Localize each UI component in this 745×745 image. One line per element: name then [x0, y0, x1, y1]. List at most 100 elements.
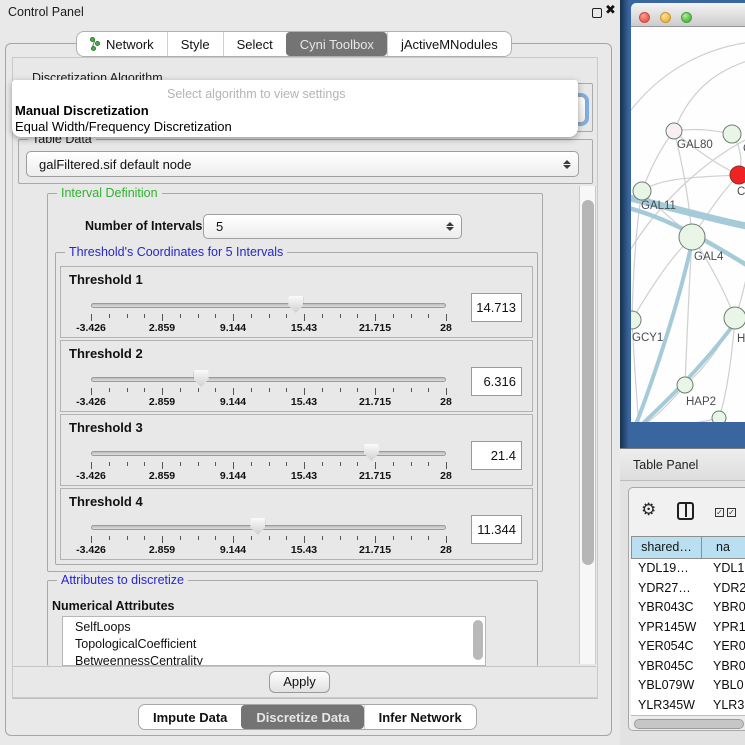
close-traffic-light[interactable]: [639, 12, 650, 23]
slider-tick: [269, 314, 270, 318]
dropdown-item-manual[interactable]: Manual Discretization: [15, 103, 149, 118]
num-intervals-combo[interactable]: 5: [203, 214, 462, 239]
slider-tick: [269, 388, 270, 392]
table-row[interactable]: YDR27…YDR2: [631, 579, 745, 599]
tab-style[interactable]: Style: [167, 32, 223, 56]
numerical-attributes-list[interactable]: SelfLoops TopologicalCoefficient Betweenne…: [62, 616, 486, 666]
slider-tick: [198, 536, 199, 540]
slider-tick: [322, 462, 323, 466]
column-layout-icon[interactable]: [677, 502, 694, 520]
slider-tick: [393, 388, 394, 392]
minimize-traffic-light[interactable]: [660, 12, 671, 23]
network-edge[interactable]: [674, 57, 745, 131]
attribute-list-item[interactable]: BetweennessCentrality: [75, 654, 203, 666]
slider-tick: [446, 388, 447, 395]
network-node-gal80[interactable]: [666, 123, 682, 139]
slider-scale-label: -3.426: [76, 470, 106, 482]
slider-track[interactable]: [91, 525, 446, 530]
combo-stepper-icon: [439, 222, 461, 231]
network-edge[interactable]: [631, 42, 745, 117]
table-row[interactable]: YLR345WYLR3: [631, 696, 745, 716]
slider-thumb[interactable]: [364, 444, 379, 461]
network-canvas[interactable]: GAL80GACGAL11GAL4GCY1HHAP2: [631, 27, 745, 422]
slider-thumb[interactable]: [194, 370, 209, 387]
network-node[interactable]: [712, 411, 726, 422]
cell-shared-name: YBR043C: [638, 600, 708, 614]
column-header-name[interactable]: na: [702, 536, 745, 559]
table-row[interactable]: YDL19…YDL1: [631, 559, 745, 579]
table-panel-titlebar: Table Panel: [620, 449, 745, 481]
network-node-h[interactable]: [724, 307, 745, 329]
network-window-titlebar[interactable]: [631, 3, 745, 27]
checkbox-icon[interactable]: ✓: [727, 508, 736, 517]
checkbox-icon[interactable]: ✓: [715, 508, 724, 517]
threshold-value-field[interactable]: 21.4: [471, 441, 522, 470]
network-node-label: HAP2: [686, 396, 716, 408]
slider-tick: [393, 462, 394, 466]
float-window-icon[interactable]: [592, 8, 602, 18]
slider-tick: [304, 462, 305, 469]
network-node-c[interactable]: [730, 166, 745, 184]
slider-tick: [162, 314, 163, 321]
gear-icon[interactable]: ⚙: [641, 501, 656, 518]
slider-thumb[interactable]: [288, 296, 303, 313]
thresholds-group-title: Threshold's Coordinates for 5 Intervals: [65, 245, 287, 259]
tab-impute-data[interactable]: Impute Data: [139, 705, 241, 729]
table-row[interactable]: YBR043CYBR0: [631, 598, 745, 618]
tab-select[interactable]: Select: [223, 32, 286, 56]
close-icon[interactable]: ✖: [605, 2, 616, 18]
tab-network[interactable]: Network: [77, 32, 167, 56]
network-edge[interactable]: [642, 131, 674, 191]
slider-thumb[interactable]: [250, 518, 265, 535]
threshold-value-field[interactable]: 11.344: [471, 515, 522, 544]
network-node-ga[interactable]: [723, 125, 741, 143]
slider-scale-label: 15.43: [291, 470, 317, 482]
table-row[interactable]: YPR145WYPR1: [631, 618, 745, 638]
slider-tick: [411, 462, 412, 466]
column-header-shared-name[interactable]: shared…: [631, 536, 702, 559]
list-scrollbar-thumb[interactable]: [473, 620, 483, 660]
network-edge[interactable]: [692, 237, 735, 318]
zoom-traffic-light[interactable]: [681, 12, 692, 23]
table-hscrollbar[interactable]: [631, 715, 745, 731]
network-edge[interactable]: [642, 175, 739, 191]
apply-button[interactable]: Apply: [269, 671, 330, 693]
tab-cyni-toolbox[interactable]: Cyni Toolbox: [286, 32, 387, 56]
network-node-gcy1[interactable]: [631, 311, 641, 329]
bottom-tabbar: Impute DataDiscretize DataInfer Network: [138, 704, 477, 730]
tab-discretize-data[interactable]: Discretize Data: [241, 705, 363, 729]
attribute-list-item[interactable]: SelfLoops: [75, 620, 131, 634]
slider-tick: [357, 462, 358, 466]
network-window: GAL80GACGAL11GAL4GCY1HHAP2: [631, 3, 745, 422]
slider-track[interactable]: [91, 377, 446, 382]
slider-scale-label: 15.43: [291, 322, 317, 334]
threshold-value-field[interactable]: 6.316: [471, 367, 522, 396]
slider-track[interactable]: [91, 303, 446, 308]
slider-tick: [269, 462, 270, 466]
tab-infer-network[interactable]: Infer Network: [364, 705, 476, 729]
slider-tick: [322, 388, 323, 392]
table-data-combo[interactable]: galFiltered.sif default node: [26, 151, 579, 177]
cell-name: YLR3: [713, 698, 744, 712]
table-row[interactable]: YBR045CYBR0: [631, 657, 745, 677]
slider-tick: [286, 536, 287, 540]
network-node-gal11[interactable]: [633, 182, 651, 200]
tab-jactivemnodules[interactable]: jActiveMNodules: [387, 32, 511, 56]
network-node-hap2[interactable]: [677, 377, 693, 393]
slider-tick: [428, 462, 429, 466]
panel-scrollbar-thumb[interactable]: [582, 200, 594, 565]
interval-definition-title: Interval Definition: [57, 186, 162, 200]
table-row[interactable]: YER054CYER0: [631, 637, 745, 657]
node-table-container: ⚙ ✓ ✓ shared… na YDL19…YDL1YDR27…YDR2YBR…: [628, 487, 745, 731]
desktop-edge-shadow: [620, 0, 629, 448]
dropdown-item-equal-width[interactable]: Equal Width/Frequency Discretization: [15, 119, 232, 134]
slider-track[interactable]: [91, 451, 446, 456]
network-node-gal4[interactable]: [679, 224, 705, 250]
table-hscrollbar-thumb[interactable]: [634, 719, 744, 729]
threshold-value-field[interactable]: 14.713: [471, 293, 522, 322]
cell-name: YBL0: [713, 678, 744, 692]
slider-tick: [215, 462, 216, 466]
table-row[interactable]: YBL079WYBL0: [631, 676, 745, 696]
attribute-list-item[interactable]: TopologicalCoefficient: [75, 637, 196, 651]
slider-scale-label: 21.715: [359, 396, 391, 408]
